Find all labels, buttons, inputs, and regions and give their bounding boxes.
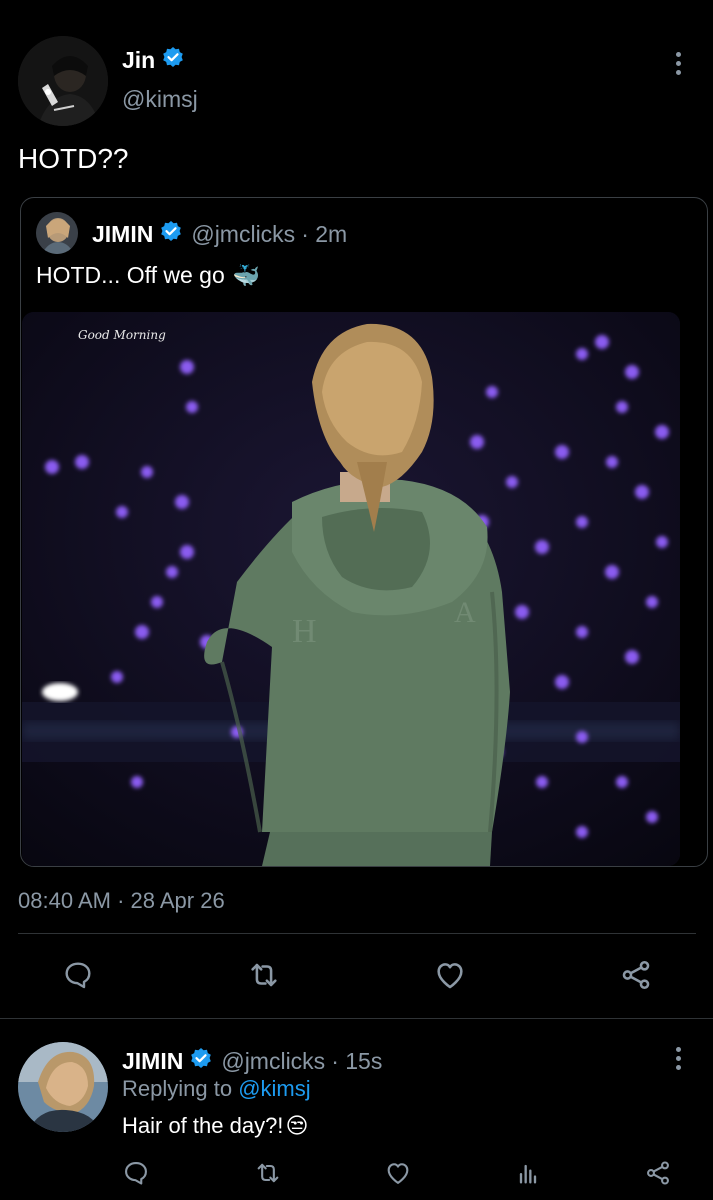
verified-badge-icon bbox=[189, 1047, 213, 1076]
tweet-timestamp[interactable]: 08:40 AM · 28 Apr 26 bbox=[18, 888, 225, 914]
author-handle[interactable]: @kimsj bbox=[122, 86, 198, 113]
tweet-text: HOTD?? bbox=[18, 143, 129, 174]
replying-to-link[interactable]: @kimsj bbox=[238, 1076, 310, 1101]
photo-watermark: Good Morning bbox=[78, 328, 166, 342]
quoted-author-name[interactable]: JIMIN bbox=[92, 221, 153, 248]
retweet-icon[interactable] bbox=[250, 1155, 286, 1191]
reply-time-ago: · 15s bbox=[331, 1048, 383, 1074]
quoted-time-ago: · 2m bbox=[301, 221, 348, 247]
author-name[interactable]: Jin bbox=[122, 47, 155, 74]
retweet-icon[interactable] bbox=[246, 957, 282, 993]
more-options-icon[interactable] bbox=[666, 48, 690, 78]
share-icon[interactable] bbox=[618, 957, 654, 993]
divider bbox=[18, 933, 696, 934]
reply-author-avatar[interactable] bbox=[18, 1042, 108, 1132]
quoted-author-handle[interactable]: @jmclicks bbox=[191, 221, 295, 248]
svg-text:A: A bbox=[454, 596, 476, 629]
svg-text:H: H bbox=[292, 613, 317, 650]
quoted-tweet-photo[interactable]: H A Good Morning bbox=[22, 312, 680, 866]
heart-icon[interactable] bbox=[432, 957, 468, 993]
whale-emoji: 🐳 bbox=[232, 262, 261, 288]
verified-badge-icon bbox=[161, 46, 185, 75]
reply-text: Hair of the day?! bbox=[122, 1113, 284, 1138]
divider bbox=[0, 1018, 713, 1019]
quoted-author-avatar[interactable] bbox=[36, 212, 78, 254]
quoted-tweet-text: HOTD... Off we go bbox=[36, 262, 225, 288]
reply-author-handle[interactable]: @jmclicks bbox=[221, 1048, 325, 1075]
share-icon[interactable] bbox=[640, 1155, 676, 1191]
heart-icon[interactable] bbox=[380, 1155, 416, 1191]
verified-badge-icon bbox=[159, 220, 183, 249]
unamused-emoji: 😒 bbox=[285, 1113, 309, 1138]
comment-icon[interactable] bbox=[118, 1155, 154, 1191]
comment-icon[interactable] bbox=[60, 957, 96, 993]
analytics-icon[interactable] bbox=[510, 1155, 546, 1191]
more-options-icon[interactable] bbox=[666, 1043, 690, 1073]
author-avatar[interactable] bbox=[18, 36, 108, 126]
replying-to-label: Replying to bbox=[122, 1076, 233, 1101]
reply-author-name[interactable]: JIMIN bbox=[122, 1048, 183, 1075]
